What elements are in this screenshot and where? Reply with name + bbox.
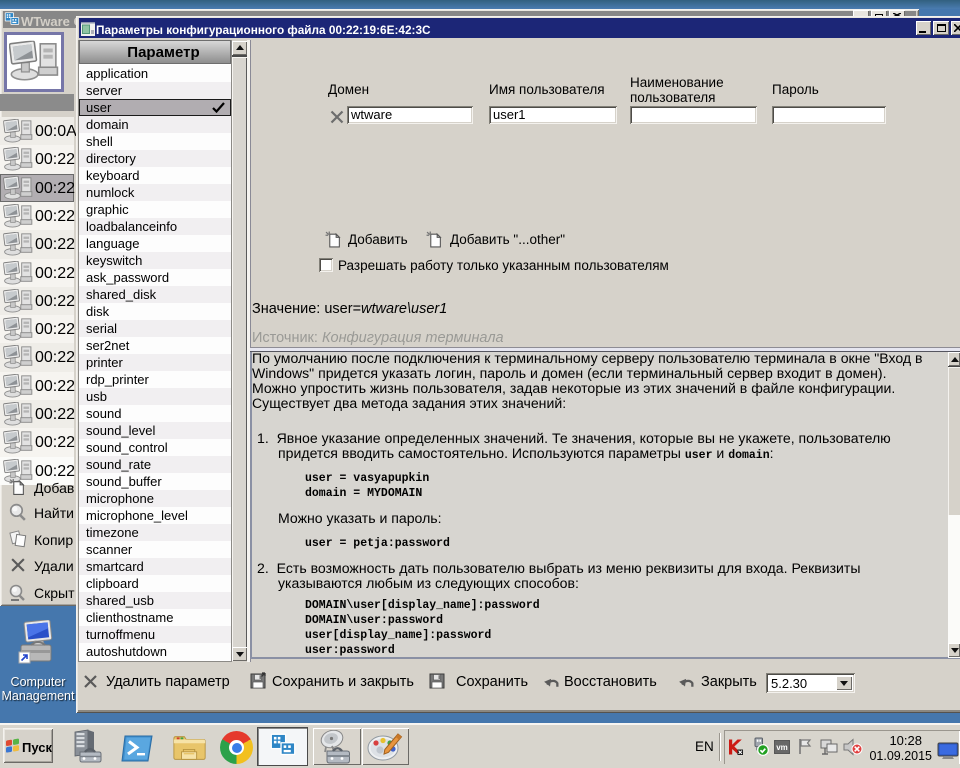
svg-text:vm: vm xyxy=(776,743,788,752)
